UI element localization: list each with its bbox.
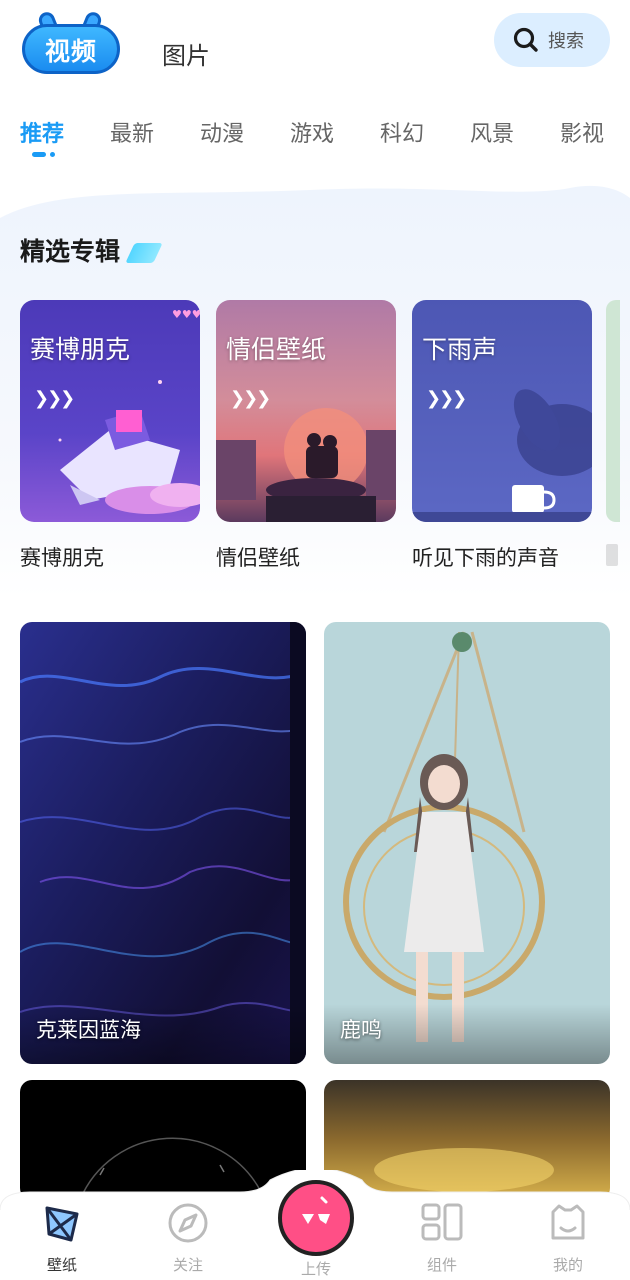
profile-cat-icon xyxy=(551,1204,585,1240)
tab-scenery[interactable]: 风景 xyxy=(470,116,514,148)
wallpaper-card-luming[interactable]: 鹿鸣 xyxy=(324,622,610,1064)
play-arrows-icon: ❯❯❯ xyxy=(426,388,467,409)
tab-recommend[interactable]: 推荐 xyxy=(20,116,64,148)
nav-mine-label: 我的 xyxy=(552,1256,583,1274)
tab-image[interactable]: 图片 xyxy=(162,36,210,71)
tab-games[interactable]: 游戏 xyxy=(290,116,334,148)
album-card-partial[interactable] xyxy=(606,300,620,522)
compass-icon xyxy=(168,1203,208,1243)
wallpaper-caption: 克莱因蓝海 xyxy=(36,1018,141,1042)
album-name-partial xyxy=(606,544,618,566)
tab-scifi[interactable]: 科幻 xyxy=(380,116,424,148)
album-cover-title: 下雨声 xyxy=(422,335,498,364)
wallpaper-thumb-luming xyxy=(324,622,610,1064)
upload-button[interactable] xyxy=(278,1180,354,1256)
app-root: 视频 图片 搜索 推荐 最新 动漫 游戏 科幻 风景 影视 精选专辑 ♥♥♥ 赛… xyxy=(0,0,630,1280)
wallpaper-thumb-klein-blue xyxy=(20,622,306,1064)
svg-text:♥♥♥: ♥♥♥ xyxy=(172,308,200,321)
nav-follow[interactable]: 关注 xyxy=(148,1200,228,1275)
album-name[interactable]: 情侣壁纸 xyxy=(216,542,300,572)
album-cover-title: 情侣壁纸 xyxy=(226,335,327,364)
album-card-cyberpunk[interactable]: ♥♥♥ 赛博朋克 ❯❯❯ xyxy=(20,300,200,522)
play-arrows-icon: ❯❯❯ xyxy=(34,388,75,409)
tab-video[interactable]: 视频 xyxy=(22,9,120,74)
nav-widgets-label: 组件 xyxy=(426,1256,457,1274)
upload-icon xyxy=(302,1196,330,1224)
album-name[interactable]: 听见下雨的声音 xyxy=(412,542,559,572)
album-name[interactable]: 赛博朋克 xyxy=(20,542,104,572)
nav-upload-label: 上传 xyxy=(300,1260,331,1278)
nav-mine[interactable]: 我的 xyxy=(528,1200,608,1275)
search-label: 搜索 xyxy=(548,31,584,52)
tab-video-label: 视频 xyxy=(44,37,97,66)
search-button[interactable]: 搜索 xyxy=(494,13,610,67)
wallpaper-caption: 鹿鸣 xyxy=(340,1018,382,1042)
active-tab-indicator xyxy=(32,152,56,157)
tab-film[interactable]: 影视 xyxy=(560,116,604,148)
featured-section-title: 精选专辑 xyxy=(20,237,121,266)
nav-widgets[interactable]: 组件 xyxy=(402,1200,482,1275)
tab-anime[interactable]: 动漫 xyxy=(200,116,244,148)
nav-follow-label: 关注 xyxy=(172,1256,203,1274)
category-tabs: 推荐 最新 动漫 游戏 科幻 风景 影视 xyxy=(0,112,630,162)
widgets-icon xyxy=(421,1203,463,1241)
play-arrows-icon: ❯❯❯ xyxy=(230,388,271,409)
tab-latest[interactable]: 最新 xyxy=(110,116,154,148)
wallpaper-card-klein-blue[interactable]: 克莱因蓝海 xyxy=(20,622,306,1064)
wallpaper-icon xyxy=(45,1206,79,1242)
album-card-couple[interactable]: 情侣壁纸 ❯❯❯ xyxy=(216,300,396,522)
nav-wallpaper[interactable]: 壁纸 xyxy=(22,1200,102,1275)
album-card-rain[interactable]: 下雨声 ❯❯❯ xyxy=(412,300,592,522)
album-cover-title: 赛博朋克 xyxy=(30,335,131,364)
search-icon xyxy=(513,27,538,52)
top-header: 视频 图片 搜索 xyxy=(0,0,630,100)
nav-wallpaper-label: 壁纸 xyxy=(46,1256,77,1274)
